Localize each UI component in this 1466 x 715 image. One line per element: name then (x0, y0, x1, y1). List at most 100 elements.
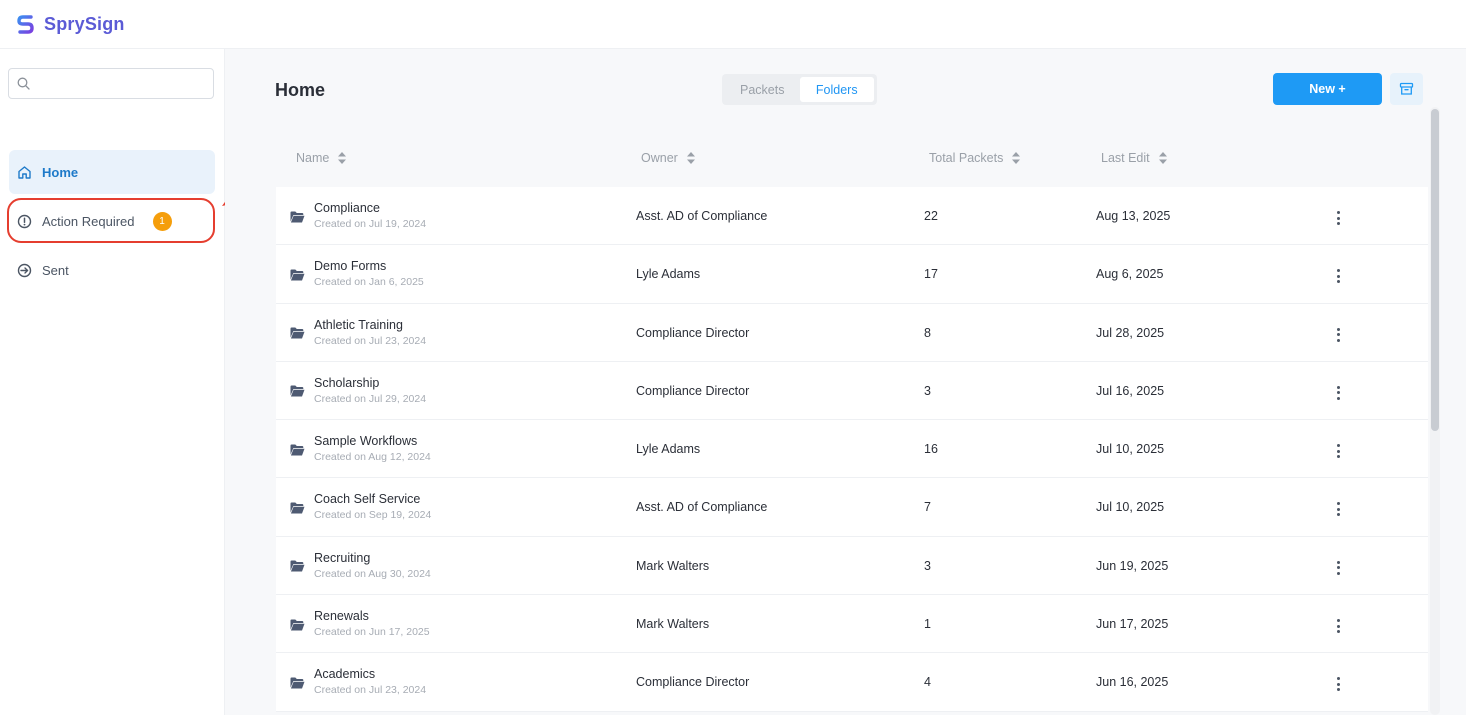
row-menu-kebab-icon[interactable] (1331, 209, 1345, 227)
send-arrow-icon (17, 263, 32, 277)
table-row[interactable]: Demo Forms Created on Jan 6, 2025 Lyle A… (276, 245, 1428, 304)
folder-name[interactable]: Sample Workflows (314, 434, 431, 448)
owner-cell: Mark Walters (636, 558, 710, 573)
row-menu-kebab-icon[interactable] (1331, 617, 1345, 635)
row-menu-kebab-icon[interactable] (1331, 559, 1345, 577)
folder-name[interactable]: Recruiting (314, 551, 431, 565)
search-box[interactable] (8, 68, 214, 99)
column-header-label: Owner (641, 151, 678, 165)
archive-button[interactable] (1390, 73, 1423, 105)
alert-circle-icon (17, 214, 32, 228)
last-edit-cell: Jul 16, 2025 (1096, 383, 1165, 398)
column-header-name[interactable]: Name (296, 151, 347, 165)
folder-name[interactable]: Academics (314, 667, 426, 681)
created-date: Created on Aug 12, 2024 (314, 451, 431, 464)
owner-cell: Compliance Director (636, 325, 750, 340)
total-packets-cell: 1 (924, 617, 931, 632)
folder-name[interactable]: Coach Self Service (314, 492, 431, 506)
sidebar-item-action-required[interactable]: Action Required 1 (9, 199, 215, 243)
scrollbar-thumb[interactable] (1431, 109, 1439, 431)
folder-name[interactable]: Demo Forms (314, 259, 424, 273)
total-packets-cell: 22 (924, 209, 938, 223)
table-row[interactable]: Compliance Created on Jul 19, 2024 Asst.… (276, 187, 1428, 246)
total-packets-cell: 16 (924, 442, 938, 457)
table-row[interactable]: Coach Self Service Created on Sep 19, 20… (276, 478, 1428, 537)
page-title: Home (275, 80, 326, 100)
folder-name-cell[interactable]: Recruiting Created on Aug 30, 2024 (290, 551, 431, 580)
folder-name-cell[interactable]: Coach Self Service Created on Sep 19, 20… (290, 492, 431, 521)
table-row[interactable]: Recruiting Created on Aug 30, 2024 Mark … (276, 536, 1428, 596)
folder-name[interactable]: Scholarship (314, 376, 426, 390)
sort-icon (1012, 152, 1021, 164)
folder-name-cell[interactable]: Demo Forms Created on Jan 6, 2025 (290, 259, 424, 288)
sidebar-item-label: Home (42, 164, 79, 180)
total-packets-cell: 3 (924, 383, 931, 398)
table-row[interactable]: Scholarship Created on Jul 29, 2024 Comp… (276, 361, 1428, 421)
last-edit-cell: Jul 28, 2025 (1096, 325, 1165, 340)
row-menu-kebab-icon[interactable] (1331, 384, 1345, 402)
view-toggle: Packets Folders (722, 74, 877, 105)
created-date: Created on Jul 23, 2024 (314, 334, 427, 347)
column-header-total-packets[interactable]: Total Packets (929, 151, 1021, 165)
folder-name[interactable]: Compliance (314, 201, 426, 215)
sidebar: Home Action Required 1 Sent (0, 49, 225, 715)
sidebar-item-home[interactable]: Home (9, 150, 215, 194)
created-date: Created on Sep 19, 2024 (314, 509, 432, 522)
row-menu-kebab-icon[interactable] (1331, 442, 1345, 460)
folder-name-cell[interactable]: Renewals Created on Jun 17, 2025 (290, 609, 430, 638)
column-header-label: Last Edit (1101, 151, 1150, 165)
folder-name[interactable]: Renewals (314, 609, 430, 623)
folder-name[interactable]: Athletic Training (314, 318, 426, 332)
folder-icon (290, 327, 305, 339)
folder-icon (290, 385, 305, 397)
folder-name-cell[interactable]: Scholarship Created on Jul 29, 2024 (290, 376, 426, 405)
table-row[interactable]: Athletic Training Created on Jul 23, 202… (276, 303, 1428, 362)
sidebar-item-sent[interactable]: Sent (9, 248, 215, 292)
table-row[interactable]: Academics Created on Jul 23, 2024 Compli… (276, 653, 1428, 712)
notification-badge: 1 (152, 211, 172, 231)
home-icon (18, 165, 31, 179)
created-date: Created on Jul 19, 2024 (314, 218, 427, 230)
app-logo[interactable]: SprySign (17, 14, 125, 35)
sidebar-item-label: Action Required (42, 213, 135, 229)
sprysign-logo-icon (17, 14, 34, 34)
row-menu-kebab-icon[interactable] (1331, 326, 1345, 344)
top-bar: SprySign (0, 0, 1466, 49)
column-header-label: Total Packets (929, 151, 1004, 165)
created-date: Created on Jun 17, 2025 (314, 626, 430, 639)
total-packets-cell: 4 (924, 675, 931, 690)
last-edit-cell: Jun 17, 2025 (1096, 617, 1169, 632)
search-input[interactable] (36, 76, 206, 91)
last-edit-cell: Aug 13, 2025 (1096, 209, 1171, 223)
owner-cell: Asst. AD of Compliance (636, 500, 768, 515)
vertical-scrollbar[interactable] (1430, 107, 1440, 715)
tab-folders[interactable]: Folders (799, 77, 874, 102)
app-name: SprySign (44, 13, 125, 34)
column-header-label: Name (296, 151, 330, 165)
folder-icon (290, 619, 305, 631)
folder-icon (290, 444, 305, 456)
row-menu-kebab-icon[interactable] (1331, 267, 1345, 285)
folder-name-cell[interactable]: Sample Workflows Created on Aug 12, 2024 (290, 434, 431, 463)
column-header-last-edit[interactable]: Last Edit (1101, 151, 1167, 165)
column-header-owner[interactable]: Owner (641, 151, 695, 165)
archive-icon (1399, 82, 1414, 95)
table-header: Name Owner Total Packets Last Edit (276, 137, 1428, 187)
owner-cell: Lyle Adams (636, 267, 701, 282)
folder-name-cell[interactable]: Compliance Created on Jul 19, 2024 (290, 201, 426, 230)
owner-cell: Asst. AD of Compliance (636, 209, 768, 223)
folder-name-cell[interactable]: Athletic Training Created on Jul 23, 202… (290, 318, 426, 347)
folder-name-cell[interactable]: Academics Created on Jul 23, 2024 (290, 667, 426, 696)
owner-cell: Lyle Adams (636, 442, 701, 457)
sidebar-item-label: Sent (42, 262, 69, 278)
tab-packets[interactable]: Packets (725, 77, 800, 102)
new-button[interactable]: New + (1273, 73, 1382, 105)
table-row[interactable]: Sample Workflows Created on Aug 12, 2024… (276, 420, 1428, 479)
main-content: Home Packets Folders New + Name Owner To… (225, 49, 1466, 715)
row-menu-kebab-icon[interactable] (1331, 500, 1345, 518)
table-row[interactable]: Renewals Created on Jun 17, 2025 Mark Wa… (276, 595, 1428, 654)
row-menu-kebab-icon[interactable] (1331, 675, 1345, 693)
total-packets-cell: 7 (924, 500, 931, 515)
created-date: Created on Jul 29, 2024 (314, 392, 427, 405)
folder-table-body: Compliance Created on Jul 19, 2024 Asst.… (276, 187, 1428, 712)
